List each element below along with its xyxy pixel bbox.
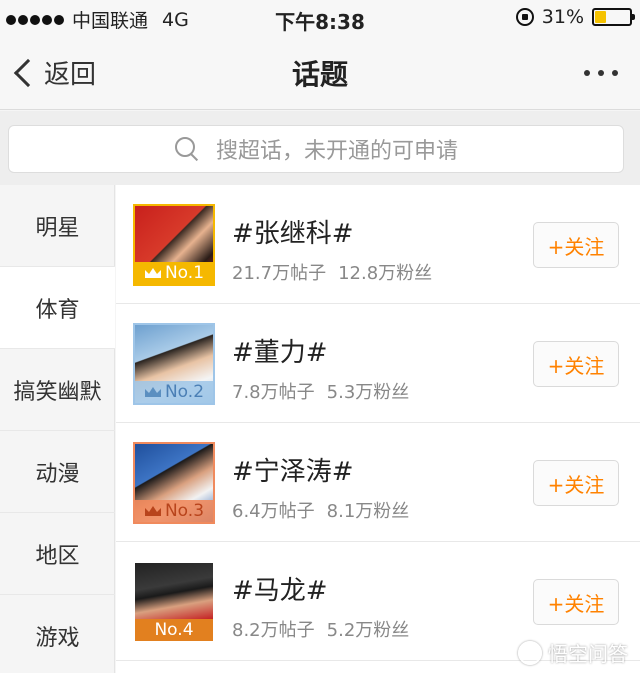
topic-row[interactable]: No.3 #宁泽涛# 6.4万帖子 8.1万粉丝 +关注 [116,423,640,542]
fan-count: 8.1万粉丝 [326,501,410,522]
fan-count: 5.3万粉丝 [326,382,410,403]
category-sidebar: 明星 体育 搞笑幽默 动漫 地区 游戏 [0,185,115,673]
more-dot-icon [598,70,604,76]
search-icon [174,136,200,162]
fan-count: 5.2万粉丝 [326,620,410,641]
more-dot-icon [612,70,618,76]
rank-label: No.4 [154,620,194,640]
watermark-text: 悟空问答 [548,642,628,666]
sidebar-item-label: 地区 [35,543,80,569]
sidebar-item-label: 动漫 [35,461,80,487]
battery-percent: 31% [541,6,584,28]
sidebar-item-label: 游戏 [35,625,80,651]
topic-row[interactable]: No.1 #张继科# 21.7万帖子 12.8万粉丝 +关注 [116,185,640,304]
sidebar-item-label: 明星 [35,215,80,241]
status-right: 31% [515,6,635,28]
crown-icon [144,386,162,398]
status-bar: 中国联通 4G 下午8:38 31% [0,0,640,36]
follow-button[interactable]: +关注 [533,341,619,387]
sidebar-item-stars[interactable]: 明星 [0,185,115,267]
post-count: 8.2万帖子 [232,620,315,641]
topic-list: No.1 #张继科# 21.7万帖子 12.8万粉丝 +关注 No.2 #董力#… [116,185,640,673]
rotation-lock-icon [515,8,534,26]
topic-title: #马龙# [232,576,328,606]
sidebar-item-region[interactable]: 地区 [0,513,115,595]
avatar: No.1 [133,204,215,286]
rank-label: No.3 [164,501,205,521]
follow-button[interactable]: +关注 [533,222,619,268]
battery-icon [592,8,635,26]
search-placeholder: 搜超话，未开通的可申请 [215,139,458,164]
more-dot-icon [584,70,590,76]
more-options-button[interactable] [584,70,618,76]
sidebar-item-sports[interactable]: 体育 [0,267,115,349]
rank-badge: No.2 [135,381,213,403]
topic-stats: 8.2万帖子 5.2万粉丝 [232,616,409,642]
page-title: 话题 [291,58,348,91]
topic-title: #宁泽涛# [232,457,354,487]
search-input[interactable]: 搜超话，未开通的可申请 [8,125,624,173]
topic-stats: 21.7万帖子 12.8万粉丝 [232,259,432,285]
avatar: No.4 [133,561,215,643]
avatar: No.3 [133,442,215,524]
rank-badge: No.4 [135,619,213,641]
wukong-logo-icon [518,640,542,665]
crown-icon [144,267,162,279]
post-count: 7.8万帖子 [232,382,315,403]
topic-stats: 6.4万帖子 8.1万粉丝 [232,497,409,523]
follow-button[interactable]: +关注 [533,460,619,506]
follow-button[interactable]: +关注 [533,579,619,625]
watermark: 悟空问答 [518,638,628,667]
rank-label: No.1 [164,263,205,283]
nav-bar: 返回 话题 [0,36,640,110]
sidebar-item-anime[interactable]: 动漫 [0,431,115,513]
topic-row[interactable]: No.2 #董力# 7.8万帖子 5.3万粉丝 +关注 [116,304,640,423]
search-area: 搜超话，未开通的可申请 [0,111,640,185]
sidebar-item-games[interactable]: 游戏 [0,595,115,673]
topic-stats: 7.8万帖子 5.3万粉丝 [232,378,409,404]
sidebar-item-humor[interactable]: 搞笑幽默 [0,349,115,431]
rank-label: No.2 [164,382,205,402]
topic-title: #张继科# [232,219,354,249]
post-count: 6.4万帖子 [232,501,315,522]
sidebar-item-label: 搞笑幽默 [13,379,102,405]
crown-icon [144,505,162,517]
rank-badge: No.1 [135,262,213,284]
topic-title: #董力# [232,338,328,368]
sidebar-item-label: 体育 [35,297,80,323]
rank-badge: No.3 [135,500,213,522]
fan-count: 12.8万粉丝 [338,263,433,284]
post-count: 21.7万帖子 [232,263,327,284]
avatar: No.2 [133,323,215,405]
